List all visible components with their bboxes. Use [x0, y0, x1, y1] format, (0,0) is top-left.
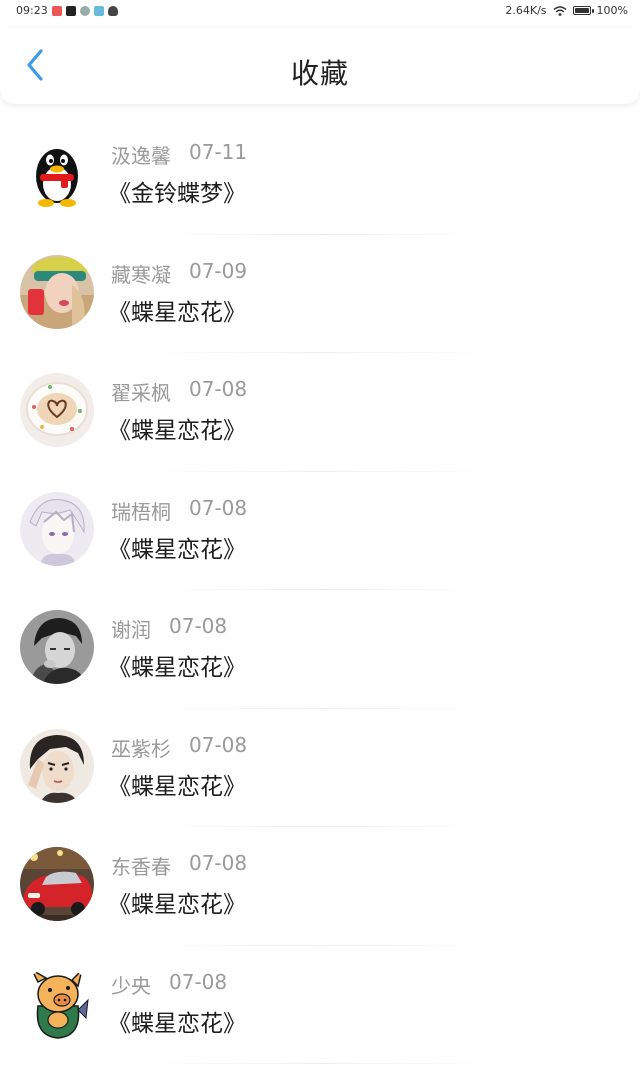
username: 东香春 [111, 855, 171, 879]
item-meta: 藏寒凝 07-09 [111, 259, 247, 288]
item-meta: 瑞梧桐 07-08 [111, 496, 247, 525]
header-bar: 收藏 [0, 28, 640, 104]
page-title: 收藏 [290, 57, 349, 90]
item-meta: 东香春 07-08 [111, 851, 247, 880]
latte-heart-avatar [20, 373, 94, 447]
date: 07-08 [169, 969, 228, 994]
avatar[interactable] [20, 965, 94, 1040]
date: 07-08 [189, 851, 248, 875]
username: 翟采枫 [111, 381, 171, 405]
status-bar: 09:23 2.64K/s 100% [0, 0, 640, 22]
username: 少央 [111, 973, 151, 998]
list-item[interactable]: 东香春 07-08 《蝶星恋花》 [0, 827, 640, 946]
bw-boy-avatar [20, 610, 94, 684]
username: 谢润 [111, 618, 151, 642]
username: 巫紫杉 [111, 736, 171, 761]
username: 藏寒凝 [111, 262, 171, 287]
item-meta: 巫紫杉 07-08 [111, 733, 247, 762]
drawn-boy-avatar [20, 728, 94, 803]
avatar[interactable] [20, 373, 94, 447]
item-meta: 翟采枫 07-08 [111, 377, 247, 406]
qq-penguin-avatar [20, 136, 94, 210]
network-speed: 2.64K/s [505, 4, 547, 17]
list-item[interactable]: 汲逸馨 07-11 《金铃蝶梦》 [0, 116, 640, 235]
avatar[interactable] [20, 847, 94, 921]
book-title[interactable]: 《蝶星恋花》 [108, 885, 246, 919]
notification-app-icon [79, 5, 90, 16]
book-title[interactable]: 《金铃蝶梦》 [108, 174, 246, 208]
list-item[interactable]: 少央 07-08 《蝶星恋花》 [0, 946, 640, 1064]
username: 汲逸馨 [111, 144, 171, 168]
list-item[interactable]: 翟采枫 07-08 《蝶星恋花》 [0, 353, 640, 472]
anime-boy-avatar [20, 491, 94, 566]
girl-phone-avatar [20, 254, 94, 329]
avatar[interactable] [20, 136, 94, 210]
date: 07-09 [189, 258, 248, 283]
list-item[interactable]: 藏寒凝 07-09 《蝶星恋花》 [0, 235, 640, 353]
favorites-list: 汲逸馨 07-11 《金铃蝶梦》 藏寒凝 07-09 《蝶星恋花》 翟采枫 07… [0, 116, 640, 1064]
notification-app-icon [93, 5, 104, 16]
notification-app-icon [65, 5, 76, 16]
red-car-avatar [20, 847, 94, 921]
item-meta: 谢润 07-08 [111, 614, 227, 643]
date: 07-08 [169, 614, 228, 638]
book-title[interactable]: 《蝶星恋花》 [108, 293, 246, 327]
date: 07-08 [189, 732, 248, 757]
list-item[interactable]: 巫紫杉 07-08 《蝶星恋花》 [0, 709, 640, 827]
avatar[interactable] [20, 728, 94, 803]
item-meta: 少央 07-08 [111, 970, 227, 999]
avatar[interactable] [20, 610, 94, 684]
list-item[interactable]: 瑞梧桐 07-08 《蝶星恋花》 [0, 472, 640, 590]
item-meta: 汲逸馨 07-11 [111, 140, 247, 169]
cartoon-pig-avatar [20, 965, 94, 1040]
avatar[interactable] [20, 254, 94, 329]
date: 07-11 [189, 140, 248, 164]
username: 瑞梧桐 [111, 499, 171, 524]
book-title[interactable]: 《蝶星恋花》 [108, 530, 246, 564]
divider [150, 1063, 490, 1064]
status-time: 09:23 [16, 4, 48, 17]
book-title[interactable]: 《蝶星恋花》 [108, 1004, 246, 1038]
qq-notification-icon [107, 5, 118, 16]
book-title[interactable]: 《蝶星恋花》 [108, 648, 246, 682]
book-title[interactable]: 《蝶星恋花》 [108, 411, 246, 445]
wifi-icon [553, 5, 567, 16]
battery-percent: 100% [596, 4, 628, 17]
list-item[interactable]: 谢润 07-08 《蝶星恋花》 [0, 590, 640, 709]
battery-icon [572, 6, 594, 15]
date: 07-08 [189, 377, 248, 401]
book-title[interactable]: 《蝶星恋花》 [108, 767, 246, 801]
avatar[interactable] [20, 491, 94, 566]
notification-app-icon [51, 5, 62, 16]
date: 07-08 [189, 495, 248, 520]
